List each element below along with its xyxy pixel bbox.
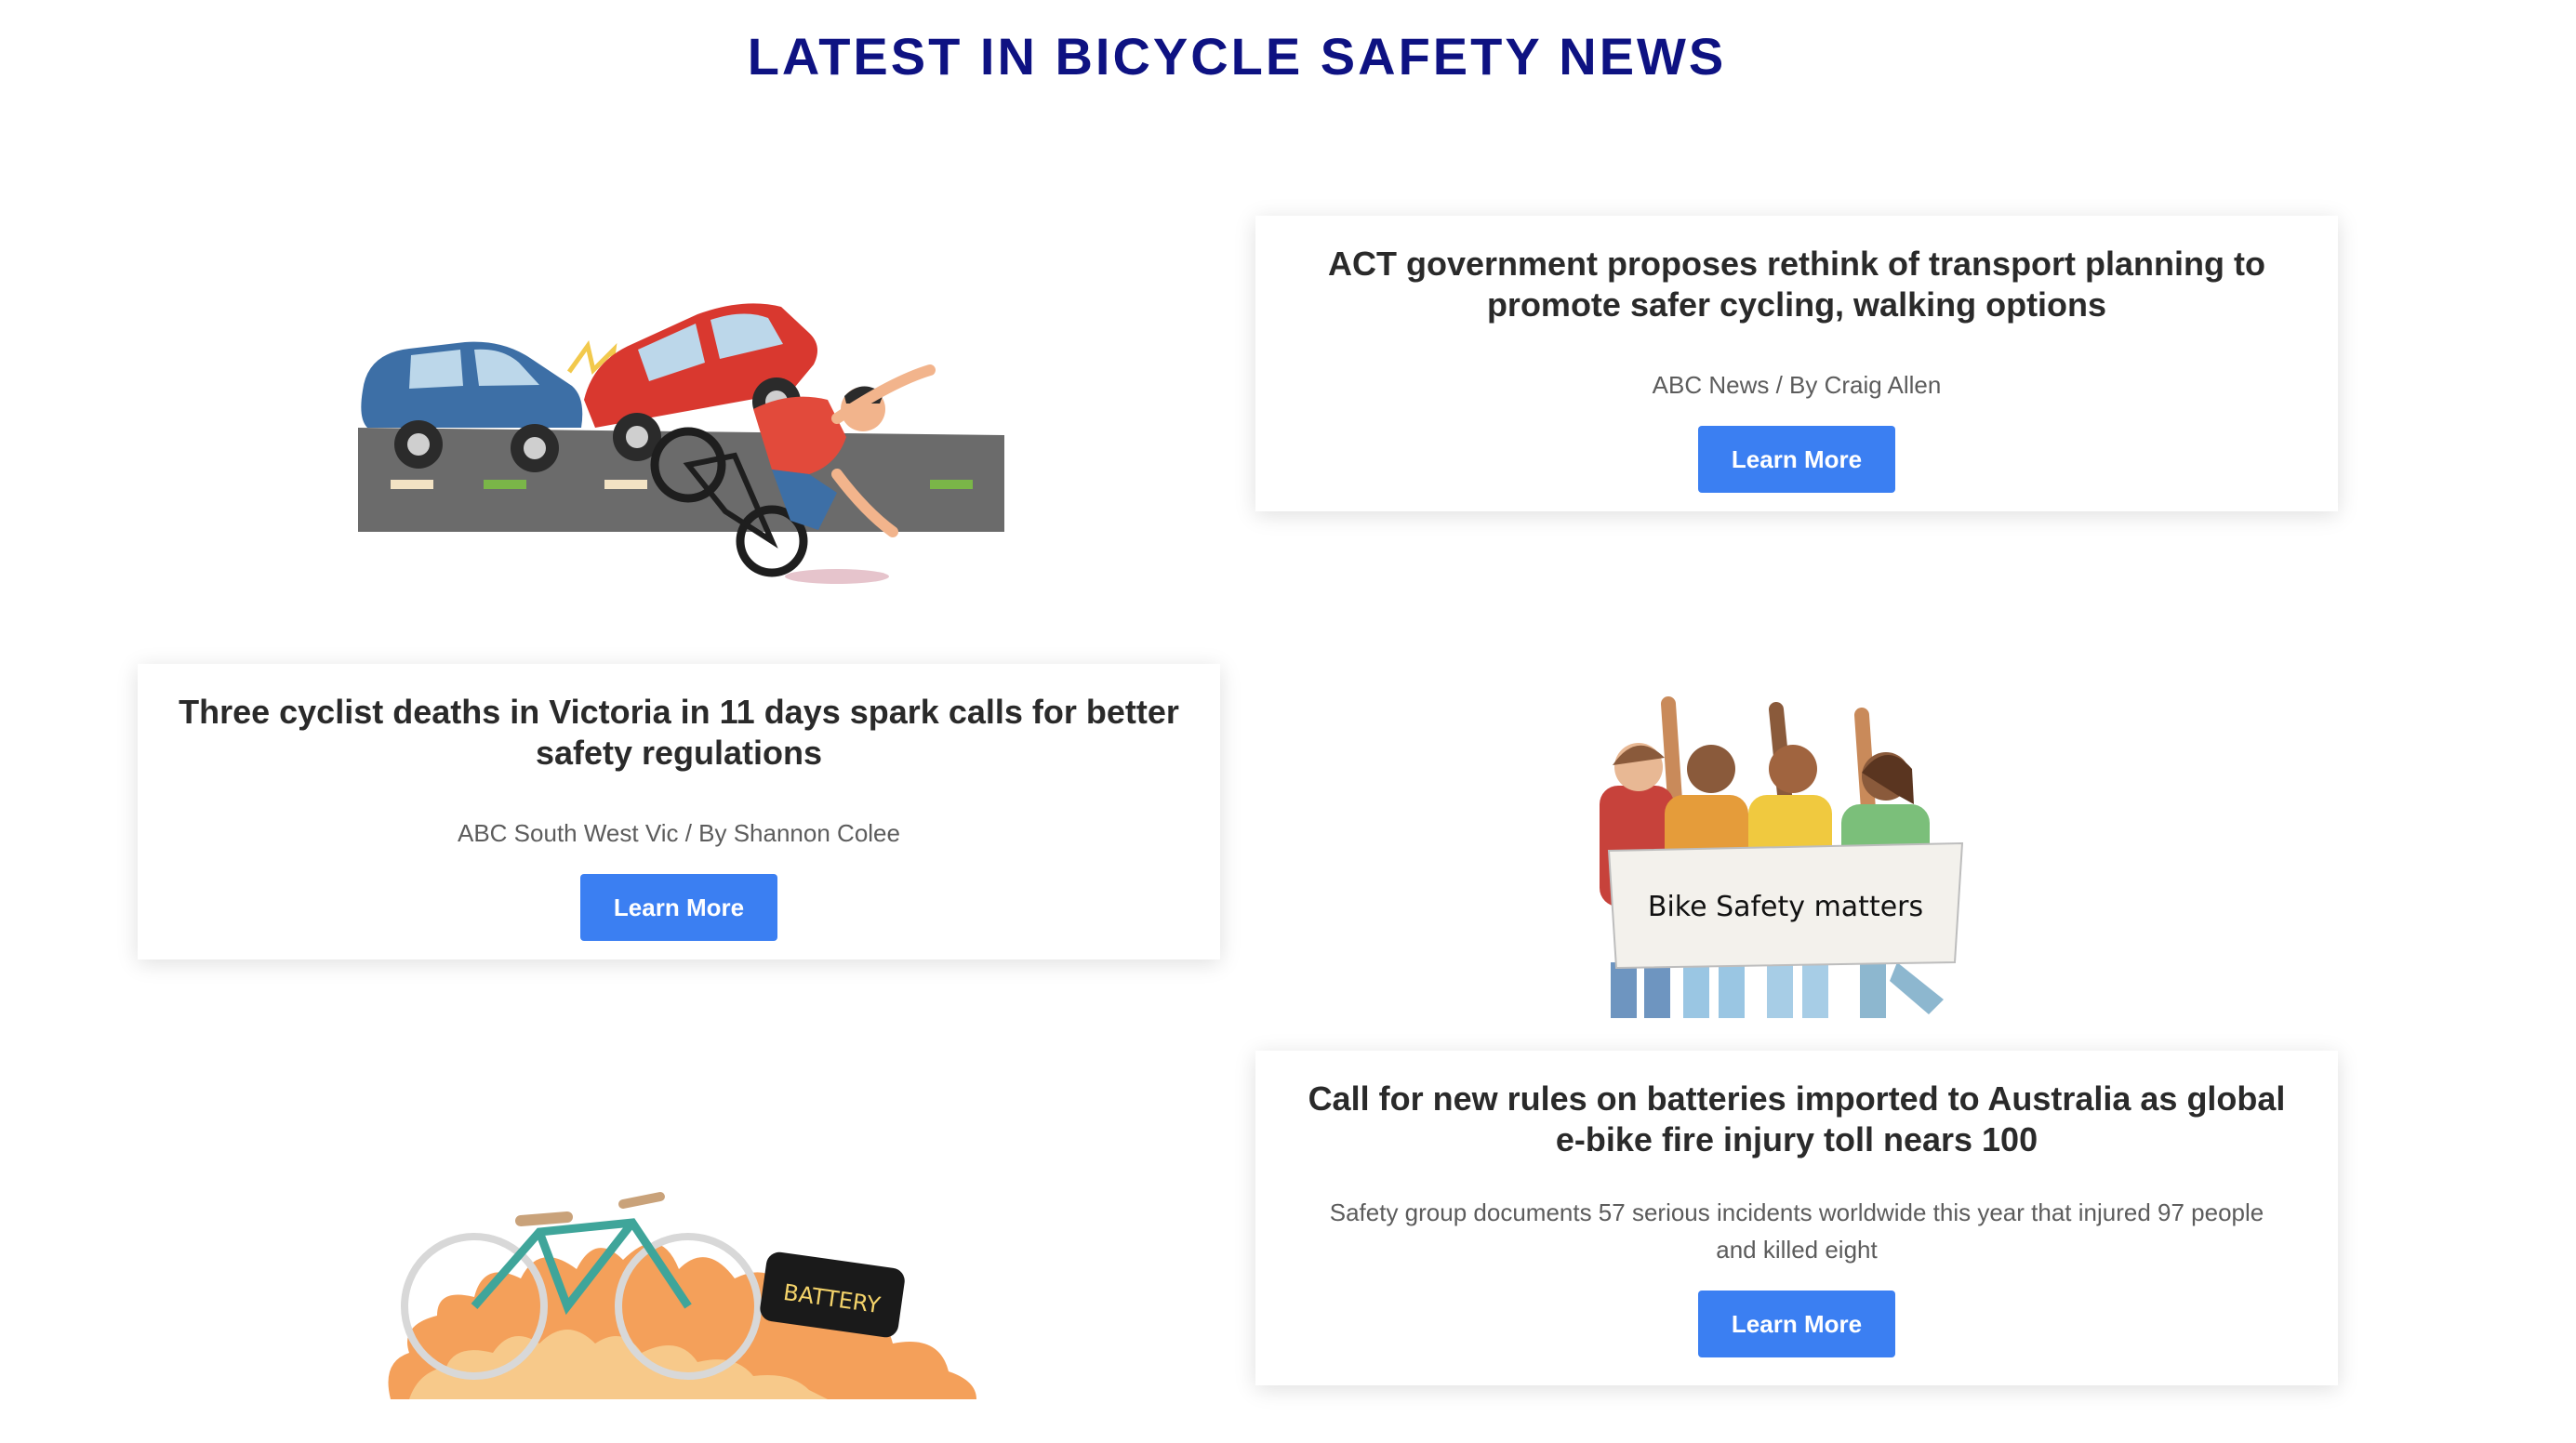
protest-sign-text: Bike Safety matters [1648,891,1923,923]
news-summary: Safety group documents 57 serious incide… [1329,1198,2264,1264]
news-headline[interactable]: Call for new rules on batteries imported… [1289,1079,2304,1160]
news-card-act-transport: ACT government proposes rethink of trans… [1255,216,2338,511]
protest-illustration: Bike Safety matters [1590,683,1999,1027]
news-card-victoria-deaths: Three cyclist deaths in Victoria in 11 d… [138,664,1220,960]
news-byline: ABC News / By Craig Allen [1652,371,1942,399]
learn-more-button[interactable]: Learn More [580,874,777,941]
ebike-fire-illustration: BATTERY [381,1176,995,1409]
news-card-ebike-batteries: Call for new rules on batteries imported… [1255,1051,2338,1385]
learn-more-button[interactable]: Learn More [1698,1291,1895,1357]
learn-more-button[interactable]: Learn More [1698,426,1895,493]
news-headline[interactable]: ACT government proposes rethink of trans… [1289,244,2304,325]
news-byline: ABC South West Vic / By Shannon Colee [458,819,900,847]
car-crash-illustration [353,288,1023,595]
news-headline[interactable]: Three cyclist deaths in Victoria in 11 d… [171,692,1187,774]
page-title: LATEST IN BICYCLE SAFETY NEWS [747,27,1727,86]
